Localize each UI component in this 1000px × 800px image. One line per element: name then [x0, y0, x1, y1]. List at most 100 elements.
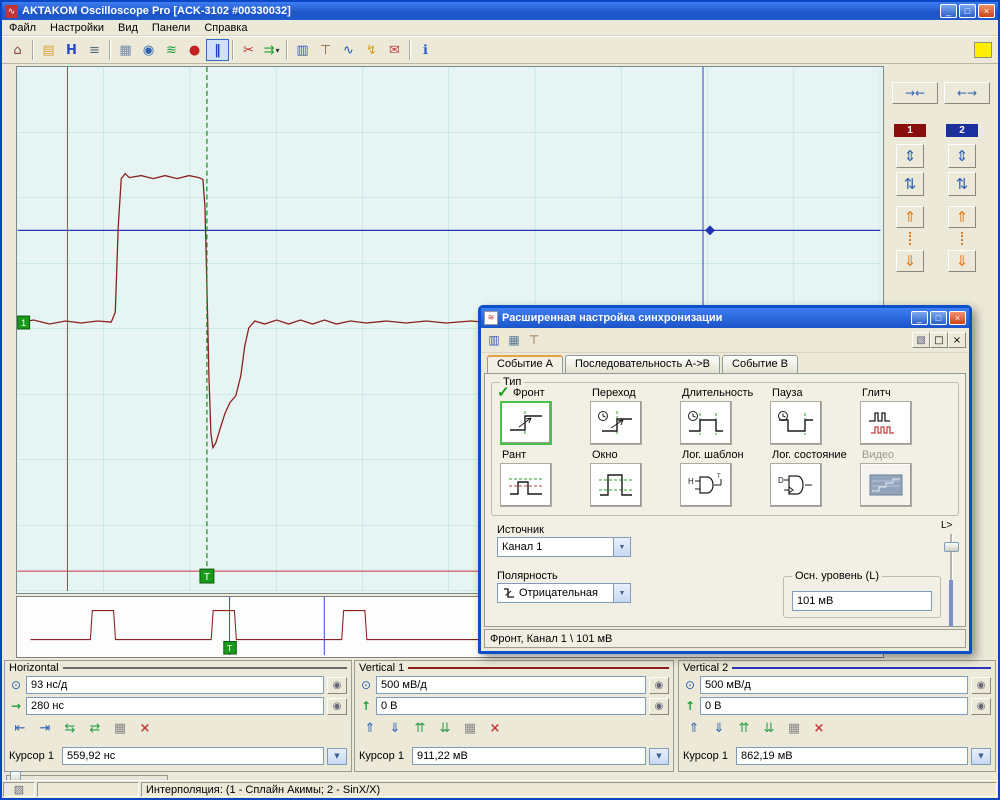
offset-dial-button[interactable]: ◉ [971, 698, 991, 715]
volts-div-field[interactable]: 500 мВ/д [700, 676, 968, 694]
cursor-field[interactable]: 559,92 нс [62, 747, 324, 765]
copy-pages-icon[interactable]: ▦ [114, 39, 137, 61]
ch1-scale-vertical-button[interactable]: ⇅ [896, 172, 924, 196]
trigger-type-pause-button[interactable] [770, 401, 822, 445]
trigger-flag[interactable]: T [200, 569, 214, 583]
trigger-type-width-button[interactable] [680, 401, 732, 445]
pause-icon[interactable]: ‖ [206, 39, 229, 61]
ch2-fit-vertical-button[interactable]: ⇕ [948, 144, 976, 168]
dropdown-arrow-icon[interactable]: ▼ [613, 584, 630, 602]
generator-icon[interactable]: ↯ [360, 39, 383, 61]
pan-right-icon[interactable]: ⇥ [34, 718, 56, 738]
volts-dial-button[interactable]: ◉ [649, 677, 669, 694]
signal-waves-icon[interactable]: ≋ [160, 39, 183, 61]
save-icon[interactable]: H [60, 39, 83, 61]
ch1-shift-up-button[interactable]: ⇑ [896, 206, 924, 228]
dialog-title-bar[interactable]: ≋ Расширенная настройка синхронизации _ … [481, 308, 969, 328]
channel2-chip[interactable]: 2 [946, 124, 978, 137]
zoom-signal-icon[interactable]: ◉ [137, 39, 160, 61]
trigger-type-logic-state-button[interactable]: D [770, 463, 822, 507]
tab-event-b[interactable]: Событие B [722, 355, 798, 373]
timebase-field[interactable]: 93 нс/д [26, 676, 324, 694]
compress-h-icon[interactable]: ⇆ [59, 718, 81, 738]
ch2-scale-vertical-button[interactable]: ⇅ [948, 172, 976, 196]
offset-field[interactable]: 0 В [376, 697, 646, 715]
grid-icon[interactable]: ▦ [783, 718, 805, 738]
record-icon[interactable]: ● [183, 39, 206, 61]
timebase-dial-button[interactable]: ◉ [327, 677, 347, 694]
offset-field[interactable]: 0 В [700, 697, 968, 715]
tab-sequence-ab[interactable]: Последовательность A->B [565, 355, 720, 373]
clear-icon[interactable]: × [134, 718, 156, 738]
cursor-dropdown-button[interactable]: ▼ [327, 748, 347, 765]
grid-icon[interactable]: ▦ [459, 718, 481, 738]
channel1-ground-marker[interactable]: 1 [18, 316, 30, 329]
channel1-chip[interactable]: 1 [894, 124, 926, 137]
dlg-notebook-icon[interactable]: ▥ [484, 330, 504, 350]
dropdown-arrow-icon[interactable]: ▼ [613, 538, 630, 556]
measure-icon[interactable]: ∿ [337, 39, 360, 61]
pan-left-icon[interactable]: ⇤ [9, 718, 31, 738]
open-icon[interactable]: ▤ [37, 39, 60, 61]
cursor-dropdown-button[interactable]: ▼ [649, 748, 669, 765]
polarity-combo[interactable]: Отрицательная ▼ [497, 583, 631, 603]
trigger-type-window-button[interactable] [590, 463, 642, 507]
menu-settings[interactable]: Настройки [43, 22, 111, 34]
volts-div-field[interactable]: 500 мВ/д [376, 676, 646, 694]
fit-horizontal-button[interactable]: →← [892, 82, 938, 104]
shift-up-icon[interactable]: ⇑ [359, 718, 381, 738]
trigger-type-glitch-button[interactable] [860, 401, 912, 445]
minimize-button[interactable]: _ [940, 4, 957, 18]
cursor-field[interactable]: 862,19 мВ [736, 747, 968, 765]
shift-down-icon[interactable]: ⇓ [708, 718, 730, 738]
trigger-type-logic-pattern-button[interactable]: H T [680, 463, 732, 507]
expand-horizontal-button[interactable]: ←→ [944, 82, 990, 104]
menu-view[interactable]: Вид [111, 22, 145, 34]
expand-h-icon[interactable]: ⇄ [84, 718, 106, 738]
position-dial-button[interactable]: ◉ [327, 698, 347, 715]
expand-v-icon[interactable]: ⇊ [758, 718, 780, 738]
cursor-field[interactable]: 911,22 мВ [412, 747, 646, 765]
menu-help[interactable]: Справка [197, 22, 254, 34]
dlg-panels-icon[interactable]: ▦ [504, 330, 524, 350]
autoset-icon[interactable]: ⇉▾ [260, 39, 283, 61]
ch1-shift-down-button[interactable]: ⇓ [896, 250, 924, 272]
menu-panels[interactable]: Панели [145, 22, 197, 34]
volts-dial-button[interactable]: ◉ [971, 677, 991, 694]
menu-file[interactable]: Файл [2, 22, 43, 34]
preview-trigger-flag[interactable]: T [224, 641, 237, 654]
ch2-shift-down-button[interactable]: ⇓ [948, 250, 976, 272]
source-combo[interactable]: Канал 1 ▼ [497, 537, 631, 557]
ch2-shift-up-button[interactable]: ⇑ [948, 206, 976, 228]
send-icon[interactable]: ✉ [383, 39, 406, 61]
compress-v-icon[interactable]: ⇈ [733, 718, 755, 738]
dialog-close-button[interactable]: × [949, 311, 966, 325]
tab-event-a[interactable]: Событие A [487, 355, 563, 373]
shift-up-icon[interactable]: ⇑ [683, 718, 705, 738]
offset-dial-button[interactable]: ◉ [649, 698, 669, 715]
clear-icon[interactable]: × [484, 718, 506, 738]
dialog-minimize-button[interactable]: _ [911, 311, 928, 325]
cut-signal-icon[interactable]: ✂ [237, 39, 260, 61]
dlg-restore-icon[interactable]: □ [930, 332, 948, 348]
print-icon[interactable]: ≡ [83, 39, 106, 61]
maximize-button[interactable]: □ [959, 4, 976, 18]
trigger-type-transition-button[interactable] [590, 401, 642, 445]
trigger-type-runt-button[interactable] [500, 463, 552, 507]
dlg-trigger-icon[interactable]: ⊤ [524, 330, 544, 350]
grid-icon[interactable]: ▦ [109, 718, 131, 738]
trigger-panel-icon[interactable]: ⊤ [314, 39, 337, 61]
info-icon[interactable]: ℹ [414, 39, 437, 61]
dialog-maximize-button[interactable]: □ [930, 311, 947, 325]
dlg-close-icon[interactable]: × [948, 332, 966, 348]
compress-v-icon[interactable]: ⇈ [409, 718, 431, 738]
clear-icon[interactable]: × [808, 718, 830, 738]
level-field[interactable]: 101 мВ [792, 591, 932, 611]
notebook-icon[interactable]: ▥ [291, 39, 314, 61]
level-slider[interactable] [943, 534, 959, 626]
device-connect-icon[interactable]: ⌂ [6, 39, 29, 61]
expand-v-icon[interactable]: ⇊ [434, 718, 456, 738]
position-field[interactable]: 280 нс [26, 697, 324, 715]
level-slider-thumb[interactable] [944, 542, 959, 552]
shift-down-icon[interactable]: ⇓ [384, 718, 406, 738]
